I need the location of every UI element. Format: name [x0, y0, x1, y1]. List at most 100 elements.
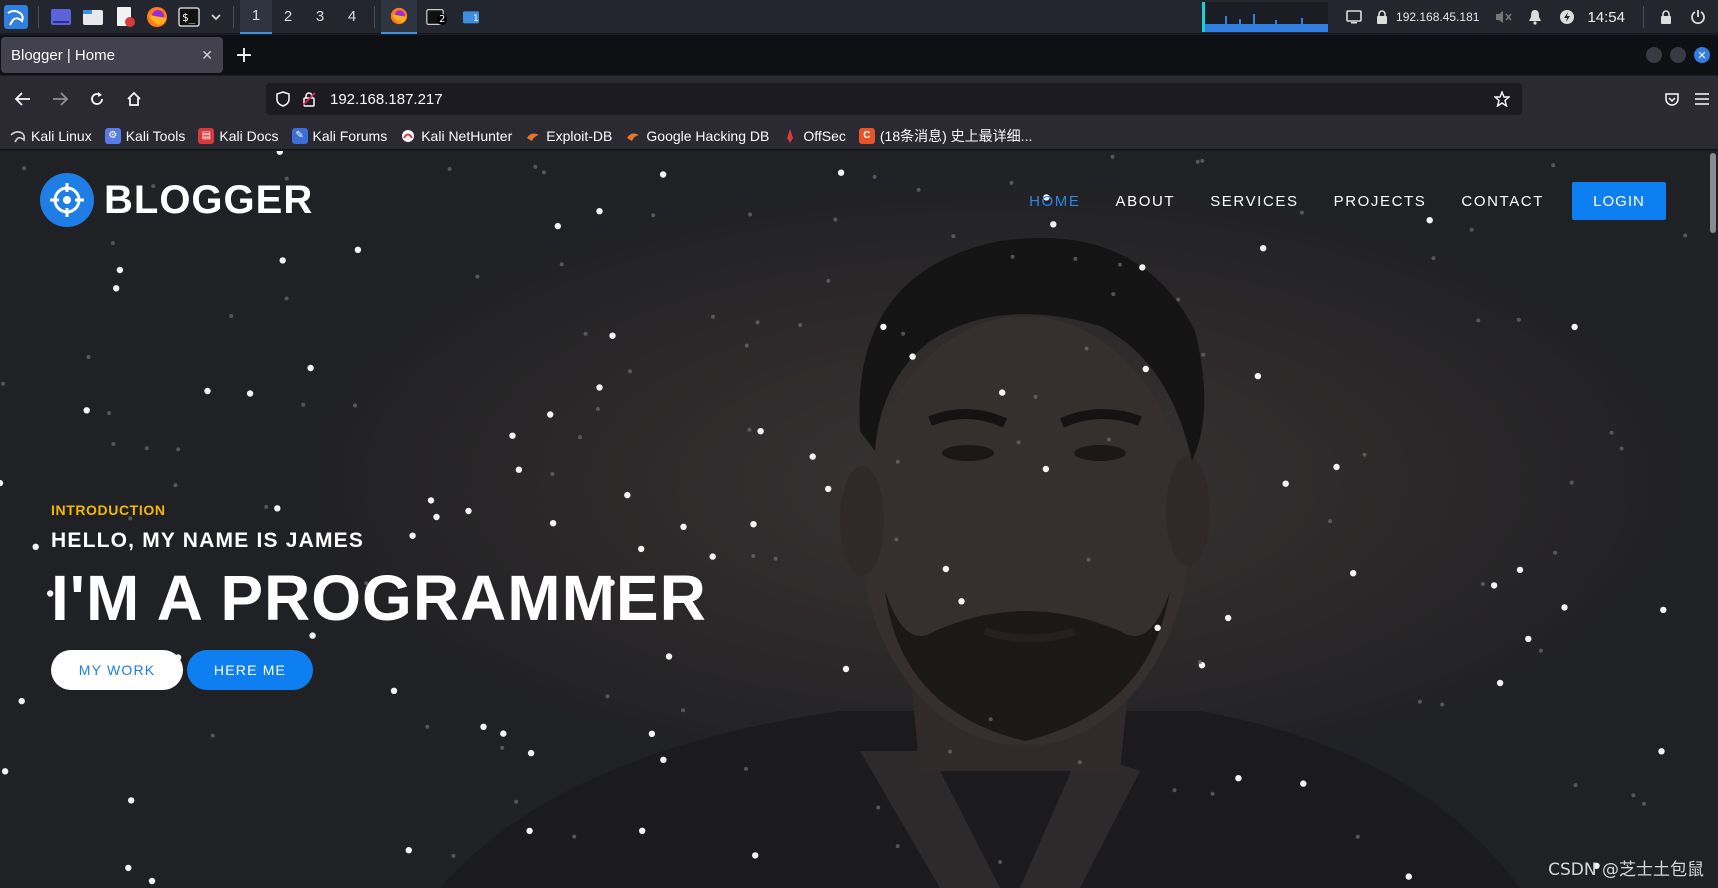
snow-particle: [550, 472, 555, 476]
bookmark-kali-nethunter[interactable]: Kali NetHunter: [400, 128, 512, 144]
pocket-icon[interactable]: [1664, 91, 1680, 107]
snow-particle: [204, 387, 211, 395]
snow-particle: [1490, 582, 1498, 589]
snow-particle: [353, 403, 357, 408]
bookmark-exploit-db[interactable]: Exploit-DB: [525, 128, 612, 144]
snow-particle: [107, 411, 111, 416]
address-bar[interactable]: 192.168.187.217: [266, 83, 1522, 115]
workspace-3[interactable]: 3: [304, 0, 336, 34]
bookmark-kali-tools[interactable]: ⚙ Kali Tools: [104, 127, 185, 144]
notification-bell-icon[interactable]: [1523, 5, 1547, 29]
tab-bar: Blogger | Home ✕ + ✕: [0, 35, 1718, 75]
show-desktop-icon[interactable]: [49, 5, 73, 29]
workspace-2[interactable]: 2: [272, 0, 304, 34]
snow-particle: [1111, 292, 1116, 297]
my-work-button[interactable]: MY WORK: [51, 650, 183, 691]
login-button[interactable]: LOGIN: [1572, 182, 1666, 220]
snow-particle: [1642, 801, 1646, 806]
snow-particle: [895, 844, 900, 849]
snow-particle: [148, 877, 156, 885]
snow-particle: [1658, 748, 1665, 755]
snow-particle: [572, 834, 577, 839]
text-editor-icon[interactable]: [113, 5, 137, 29]
snow-particle: [1073, 256, 1078, 261]
taskbar-files-window[interactable]: 1: [453, 0, 489, 34]
site-logo[interactable]: BLOGGER: [40, 173, 313, 227]
home-button[interactable]: [117, 82, 151, 116]
snow-particle: [533, 164, 538, 169]
taskbar-firefox-window[interactable]: [381, 0, 417, 34]
app-menu-icon[interactable]: [1694, 92, 1710, 106]
back-button[interactable]: [6, 82, 40, 116]
csdn-watermark: CSDN @芝士土包鼠: [1548, 860, 1704, 880]
logout-icon[interactable]: [1686, 5, 1710, 29]
snow-particle: [1631, 793, 1636, 798]
bookmark-offsec[interactable]: OffSec: [782, 128, 846, 144]
lock-screen-icon[interactable]: [1654, 5, 1678, 29]
kali-menu-icon[interactable]: [4, 4, 28, 29]
file-manager-icon[interactable]: [81, 5, 105, 29]
forward-button[interactable]: [43, 82, 77, 116]
here-me-button[interactable]: HERE ME: [187, 650, 313, 691]
snow-particle: [1106, 437, 1111, 442]
bookmark-kali-docs[interactable]: ▤ Kali Docs: [198, 127, 279, 144]
display-icon[interactable]: [1342, 5, 1366, 29]
snow-particle: [246, 390, 254, 397]
terminal-launcher-icon[interactable]: $_: [177, 5, 201, 29]
snow-particle: [284, 296, 289, 301]
workspace-1[interactable]: 1: [240, 0, 272, 34]
close-tab-icon[interactable]: ✕: [201, 47, 213, 64]
snow-particle: [1571, 323, 1578, 331]
bookmark-star-icon[interactable]: [1494, 91, 1510, 107]
insecure-lock-icon[interactable]: [302, 91, 316, 107]
snow-particle: [405, 847, 412, 854]
minimize-window-button[interactable]: [1646, 47, 1662, 63]
bookmark-google-hacking-db[interactable]: Google Hacking DB: [625, 128, 769, 144]
nav-contact[interactable]: CONTACT: [1461, 193, 1544, 210]
snow-particle: [837, 169, 845, 176]
snow-particle: [659, 171, 667, 178]
snow-particle: [1569, 480, 1574, 485]
bookmark-kali-forums[interactable]: ✎ Kali Forums: [291, 127, 387, 144]
top-panel: $_ 1 2 3 4 2 1 192.168.45.181 14:54: [0, 0, 1718, 34]
bookmark-csdn-article[interactable]: C (18条消息) 史上最详细...: [858, 126, 1032, 146]
url-text[interactable]: 192.168.187.217: [330, 91, 443, 108]
snow-particle: [1333, 463, 1340, 471]
snow-particle: [605, 694, 610, 699]
taskbar-terminal-window[interactable]: 2: [417, 0, 453, 34]
intro-kicker: INTRODUCTION: [51, 502, 166, 518]
snow-particle: [744, 343, 749, 348]
nav-about[interactable]: ABOUT: [1116, 193, 1176, 210]
snow-particle: [559, 262, 564, 267]
volume-muted-icon[interactable]: [1491, 5, 1515, 29]
snow-particle: [301, 402, 306, 407]
tab-blogger-home[interactable]: Blogger | Home ✕: [1, 37, 223, 73]
panel-clock[interactable]: 14:54: [1587, 9, 1625, 26]
snow-particle: [1118, 262, 1122, 267]
snow-particle: [1561, 604, 1568, 611]
snow-particle: [113, 285, 120, 292]
snow-particle: [144, 446, 149, 451]
bookmark-kali-linux[interactable]: Kali Linux: [10, 128, 92, 144]
snow-particle: [1042, 465, 1050, 473]
snow-particle: [639, 827, 646, 834]
snow-particle: [276, 151, 283, 155]
close-window-button[interactable]: ✕: [1694, 47, 1710, 63]
maximize-window-button[interactable]: [1670, 47, 1686, 63]
nav-projects[interactable]: PROJECTS: [1334, 193, 1427, 210]
vpn-lock-icon[interactable]: [1374, 5, 1390, 29]
new-tab-button[interactable]: +: [227, 38, 261, 72]
snow-particle: [1084, 346, 1089, 351]
snow-particle: [1235, 775, 1242, 782]
workspace-4[interactable]: 4: [336, 0, 368, 34]
firefox-launcher-icon[interactable]: [145, 5, 169, 29]
snow-particle: [757, 428, 764, 435]
nav-services[interactable]: SERVICES: [1210, 193, 1298, 210]
reload-button[interactable]: [80, 82, 114, 116]
snow-particle: [842, 665, 850, 673]
tracking-protection-shield-icon[interactable]: [276, 91, 290, 107]
chevron-down-icon[interactable]: [209, 5, 223, 29]
page-scrollbar[interactable]: [1710, 153, 1716, 233]
nav-home[interactable]: HOME: [1029, 193, 1080, 210]
power-indicator-icon[interactable]: [1555, 5, 1579, 29]
